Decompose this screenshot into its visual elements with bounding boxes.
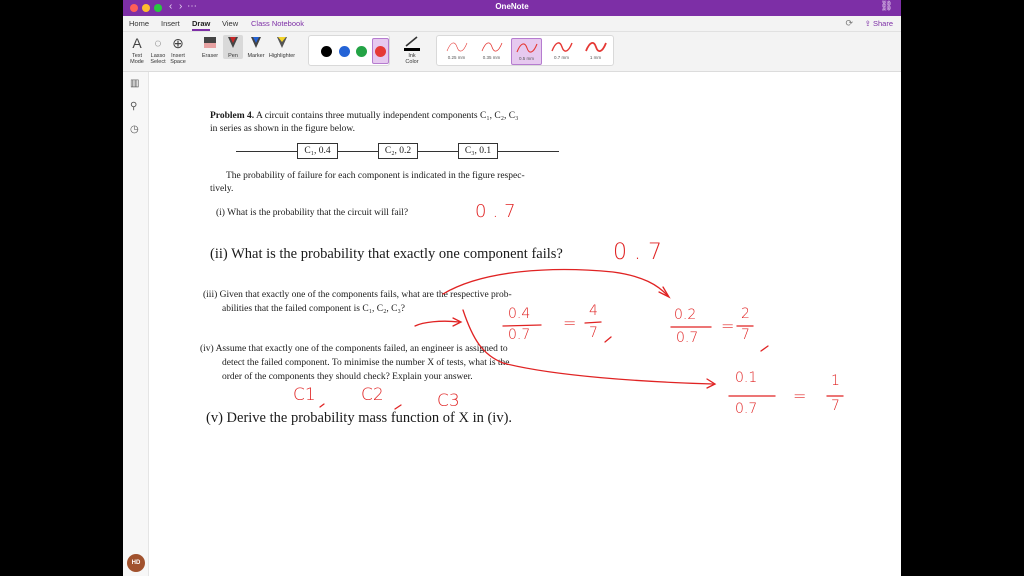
ink-arrow-top-curve — [442, 268, 669, 297]
onenote-window: ‹ › ⋯ OneNote ⛓ Home Insert Draw View Cl… — [123, 0, 901, 576]
ink-strokes — [319, 268, 844, 410]
ink-tick-c1 — [319, 403, 325, 408]
ink-tick-2 — [760, 345, 769, 352]
ink-frac1-result-bar — [584, 321, 602, 324]
ink-arrow-mid — [414, 320, 460, 327]
ink-tick-1 — [604, 336, 612, 343]
ink-frac1-bar — [502, 324, 542, 327]
ink-arrow-bottom-curve — [462, 309, 714, 385]
ink-tick-c2 — [394, 404, 402, 410]
